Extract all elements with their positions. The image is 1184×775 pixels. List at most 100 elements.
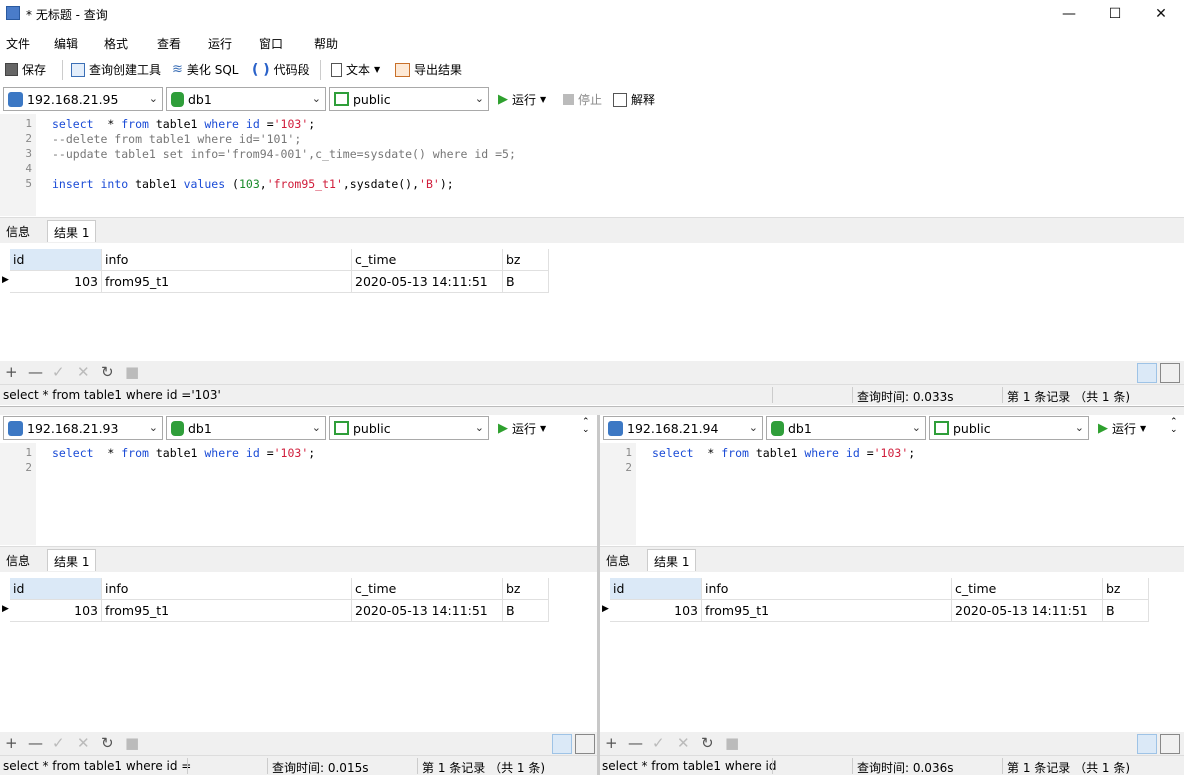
apply-icon[interactable]: ✓ — [52, 734, 65, 752]
column-header-info[interactable]: info — [102, 578, 352, 600]
discard-icon[interactable]: ✕ — [677, 734, 690, 752]
column-header-c-time[interactable]: c_time — [952, 578, 1103, 600]
run-button[interactable]: ▶ 运行 ▼ — [1098, 420, 1146, 437]
column-header-info[interactable]: info — [102, 249, 352, 271]
table-cell[interactable]: from95_t1 — [102, 600, 352, 622]
sql-editor[interactable]: 1 2 select * from table1 where id ='103'… — [0, 443, 597, 545]
sql-editor[interactable]: 1 2 select * from table1 where id ='103'… — [600, 443, 1184, 545]
stop-icon[interactable]: ■ — [125, 363, 139, 381]
refresh-icon[interactable]: ↻ — [101, 734, 114, 752]
table-cell[interactable]: B — [503, 271, 549, 293]
column-header-bz[interactable]: bz — [503, 249, 549, 271]
menu-file[interactable]: 文件 — [6, 35, 30, 52]
column-header-info[interactable]: info — [702, 578, 952, 600]
column-header-c-time[interactable]: c_time — [352, 249, 503, 271]
connection-select[interactable]: 192.168.21.95 ⌄ — [3, 87, 163, 111]
overflow-chevron-icon[interactable]: ⌃ ⌄ — [1170, 418, 1178, 435]
status-query-time: 查询时间: 0.033s — [857, 390, 954, 404]
menu-window[interactable]: 窗口 — [259, 35, 283, 52]
delete-record-icon[interactable]: — — [28, 734, 43, 752]
schema-select[interactable]: public ⌄ — [329, 416, 489, 440]
form-view-icon[interactable] — [1160, 734, 1180, 754]
column-header-id[interactable]: id — [610, 578, 702, 600]
tab-result-1[interactable]: 结果 1 — [647, 549, 697, 571]
table-cell[interactable]: B — [503, 600, 549, 622]
tab-info[interactable]: 信息 — [0, 549, 36, 571]
table-cell[interactable]: 2020-05-13 14:11:51 — [352, 600, 503, 622]
query-pane-top: 192.168.21.95 ⌄ db1 ⌄ public ⌄ ▶ 运行 ▼ 停止… — [0, 86, 1184, 406]
beautify-sql-button[interactable]: ≋ 美化 SQL — [172, 61, 238, 78]
text-button[interactable]: 文本 ▼ — [331, 61, 380, 78]
schema-select[interactable]: public ⌄ — [929, 416, 1089, 440]
table-cell[interactable]: from95_t1 — [702, 600, 952, 622]
grid-toolbar: + — ✓ ✕ ↻ ■ — [0, 732, 597, 755]
column-header-bz[interactable]: bz — [1103, 578, 1149, 600]
tab-result-1[interactable]: 结果 1 — [47, 220, 97, 242]
table-cell[interactable]: 2020-05-13 14:11:51 — [952, 600, 1103, 622]
snippet-button[interactable]: ( ) 代码段 — [252, 61, 310, 78]
refresh-icon[interactable]: ↻ — [101, 363, 114, 381]
add-record-icon[interactable]: + — [5, 363, 18, 381]
grid-view-icon[interactable] — [1137, 734, 1157, 754]
database-select[interactable]: db1 ⌄ — [166, 416, 326, 440]
menu-run[interactable]: 运行 — [208, 35, 232, 52]
grid-view-icon[interactable] — [552, 734, 572, 754]
query-builder-button[interactable]: 查询创建工具 — [71, 61, 161, 78]
grid-view-icon[interactable] — [1137, 363, 1157, 383]
menu-edit[interactable]: 编辑 — [54, 35, 78, 52]
menu-format[interactable]: 格式 — [104, 35, 128, 52]
stop-icon[interactable]: ■ — [125, 734, 139, 752]
table-cell[interactable]: 103 — [10, 600, 102, 622]
table-cell[interactable]: 103 — [610, 600, 702, 622]
run-button[interactable]: ▶ 运行 ▼ — [498, 420, 546, 437]
tab-info[interactable]: 信息 — [0, 220, 36, 242]
splitter[interactable] — [0, 406, 1184, 415]
menu-view[interactable]: 查看 — [157, 35, 181, 52]
schema-select[interactable]: public ⌄ — [329, 87, 489, 111]
overflow-chevron-icon[interactable]: ⌃ ⌄ — [582, 418, 590, 435]
explain-label: 解释 — [631, 93, 656, 107]
database-select[interactable]: db1 ⌄ — [766, 416, 926, 440]
discard-icon[interactable]: ✕ — [77, 734, 90, 752]
table-cell[interactable]: 2020-05-13 14:11:51 — [352, 271, 503, 293]
column-header-c-time[interactable]: c_time — [352, 578, 503, 600]
minimize-button[interactable]: — — [1046, 0, 1092, 28]
stop-button[interactable]: 停止 — [563, 91, 602, 108]
refresh-icon[interactable]: ↻ — [701, 734, 714, 752]
apply-icon[interactable]: ✓ — [652, 734, 665, 752]
tab-info[interactable]: 信息 — [600, 549, 636, 571]
close-button[interactable]: ✕ — [1138, 0, 1184, 28]
explain-button[interactable]: 解释 — [613, 91, 655, 108]
discard-icon[interactable]: ✕ — [77, 363, 90, 381]
maximize-button[interactable]: ☐ — [1092, 0, 1138, 28]
column-header-id[interactable]: id — [10, 578, 102, 600]
column-header-id[interactable]: id — [10, 249, 102, 271]
table-cell[interactable]: 103 — [10, 271, 102, 293]
connection-select[interactable]: 192.168.21.93 ⌄ — [3, 416, 163, 440]
code-token: insert — [52, 177, 94, 191]
export-result-button[interactable]: 导出结果 — [395, 61, 462, 78]
delete-record-icon[interactable]: — — [628, 734, 643, 752]
line-number: 5 — [25, 177, 32, 190]
apply-icon[interactable]: ✓ — [52, 363, 65, 381]
add-record-icon[interactable]: + — [5, 734, 18, 752]
save-button[interactable]: 保存 — [5, 61, 46, 78]
add-record-icon[interactable]: + — [605, 734, 618, 752]
play-icon: ▶ — [1098, 421, 1108, 436]
table-cell[interactable]: B — [1103, 600, 1149, 622]
result-tabs: 信息 结果 1 — [600, 546, 1184, 572]
form-view-icon[interactable] — [1160, 363, 1180, 383]
delete-record-icon[interactable]: — — [28, 363, 43, 381]
stop-icon[interactable]: ■ — [725, 734, 739, 752]
table-cell[interactable]: from95_t1 — [102, 271, 352, 293]
sql-editor[interactable]: 1 2 3 4 5 select * from table1 where id … — [0, 114, 1184, 216]
column-header-bz[interactable]: bz — [503, 578, 549, 600]
run-button[interactable]: ▶ 运行 ▼ — [498, 91, 546, 108]
menu-help[interactable]: 帮助 — [314, 35, 338, 52]
code-token: 'B' — [419, 177, 440, 191]
tab-result-1[interactable]: 结果 1 — [47, 549, 97, 571]
connection-select[interactable]: 192.168.21.94 ⌄ — [603, 416, 763, 440]
form-view-icon[interactable] — [575, 734, 595, 754]
database-select[interactable]: db1 ⌄ — [166, 87, 326, 111]
